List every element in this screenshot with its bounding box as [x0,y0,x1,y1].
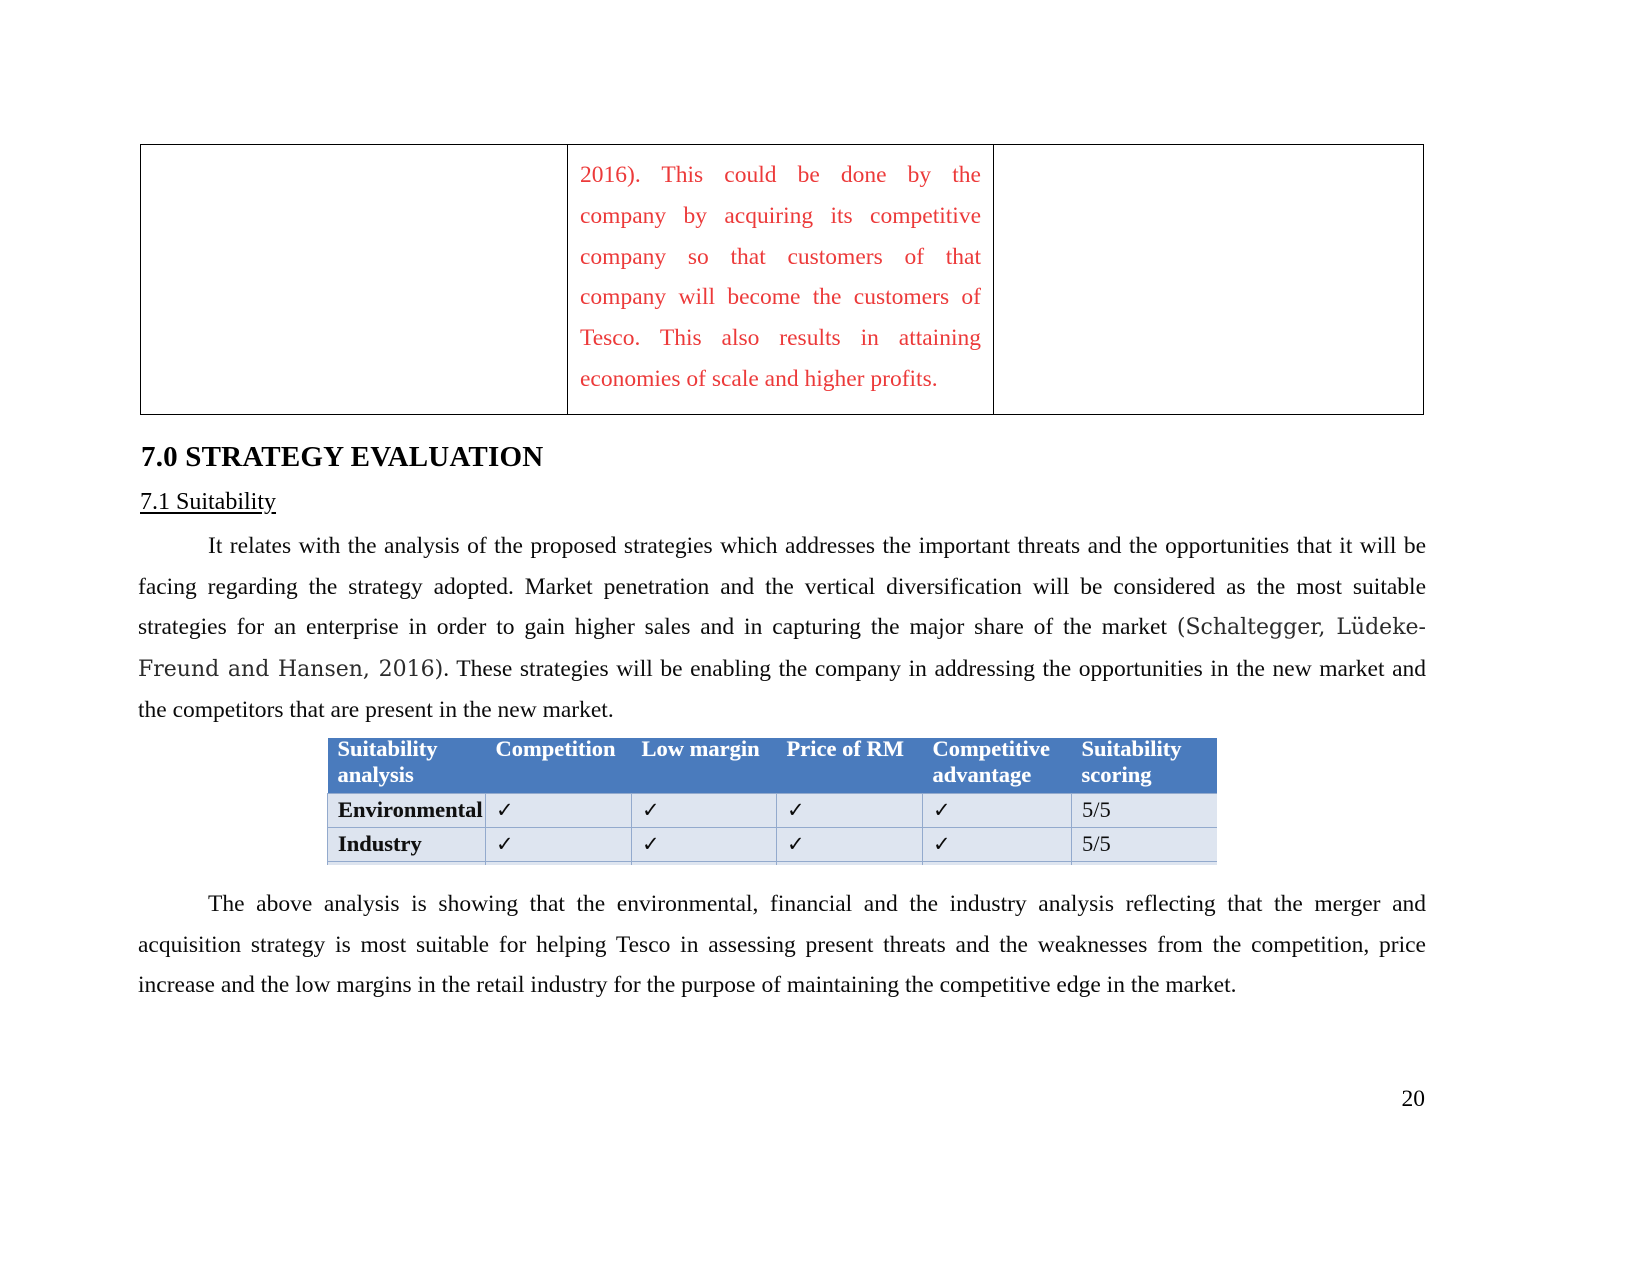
cell-industry-scoring: 5/5 [1071,827,1217,862]
cell-financial-competition: ✓ [485,861,632,865]
cell-financial-price-of-rm: ✓ [776,861,923,865]
table-row: 2016). This could be done by the company… [140,144,1424,415]
check-icon: ✓ [496,798,514,822]
continued-table-cell-right [993,144,1424,415]
body-paragraph-1: It relates with the analysis of the prop… [138,526,1426,731]
row-label-industry: Industry [327,827,486,862]
check-icon: ✓ [642,832,660,856]
column-header-competition: Competition [485,738,632,794]
cell-financial-scoring: 5/5 [1071,861,1217,865]
body-paragraph-2: The above analysis is showing that the e… [138,884,1426,1006]
suitability-analysis-image: Suitability analysis Competition Low mar… [327,738,1217,865]
cell-environmental-scoring: 5/5 [1071,793,1217,828]
cell-environmental-competitive-advantage: ✓ [922,793,1072,828]
cell-industry-price-of-rm: ✓ [776,827,923,862]
subsection-heading: 7.1 Suitability [140,489,277,515]
continued-table-middle-text: 2016). This could be done by the company… [580,162,981,392]
continued-table: 2016). This could be done by the company… [140,144,1424,415]
table-row: Industry ✓ ✓ ✓ ✓ 5/5 [327,827,1217,862]
column-header-low-margin: Low margin [631,738,777,794]
page-number: 20 [1401,1086,1426,1112]
continued-table-cell-left [140,144,568,415]
cell-environmental-price-of-rm: ✓ [776,793,923,828]
cell-environmental-low-margin: ✓ [631,793,777,828]
check-icon: ✓ [642,798,660,822]
table-row: Financial ✓ ✓ ✓ ✓ 5/5 [327,861,1217,865]
column-header-suitability-analysis: Suitability analysis [327,738,486,794]
cell-financial-low-margin: ✓ [631,861,777,865]
column-header-suitability-scoring: Suitability scoring [1071,738,1217,794]
column-header-competitive-advantage: Competitive advantage [922,738,1072,794]
column-header-price-of-rm: Price of RM [776,738,923,794]
continued-table-cell-middle: 2016). This could be done by the company… [567,144,994,415]
suitability-table-header-row: Suitability analysis Competition Low mar… [327,738,1217,794]
check-icon: ✓ [933,832,951,856]
cell-financial-competitive-advantage: ✓ [922,861,1072,865]
row-label-environmental: Environmental [327,793,486,828]
paragraph-2-text: The above analysis is showing that the e… [138,891,1426,999]
cell-industry-competition: ✓ [485,827,632,862]
cell-industry-low-margin: ✓ [631,827,777,862]
table-row: Environmental ✓ ✓ ✓ ✓ 5/5 [327,793,1217,828]
continued-table-left-text [141,145,567,169]
document-page: 2016). This could be done by the company… [0,0,1651,1275]
suitability-analysis-table: Suitability analysis Competition Low mar… [327,738,1217,865]
cell-environmental-competition: ✓ [485,793,632,828]
cell-industry-competitive-advantage: ✓ [922,827,1072,862]
check-icon: ✓ [787,798,805,822]
row-label-financial: Financial [327,861,486,865]
section-heading: 7.0 STRATEGY EVALUATION [141,441,544,473]
check-icon: ✓ [787,832,805,856]
check-icon: ✓ [496,832,514,856]
continued-table-right-text [994,145,1423,169]
check-icon: ✓ [933,798,951,822]
